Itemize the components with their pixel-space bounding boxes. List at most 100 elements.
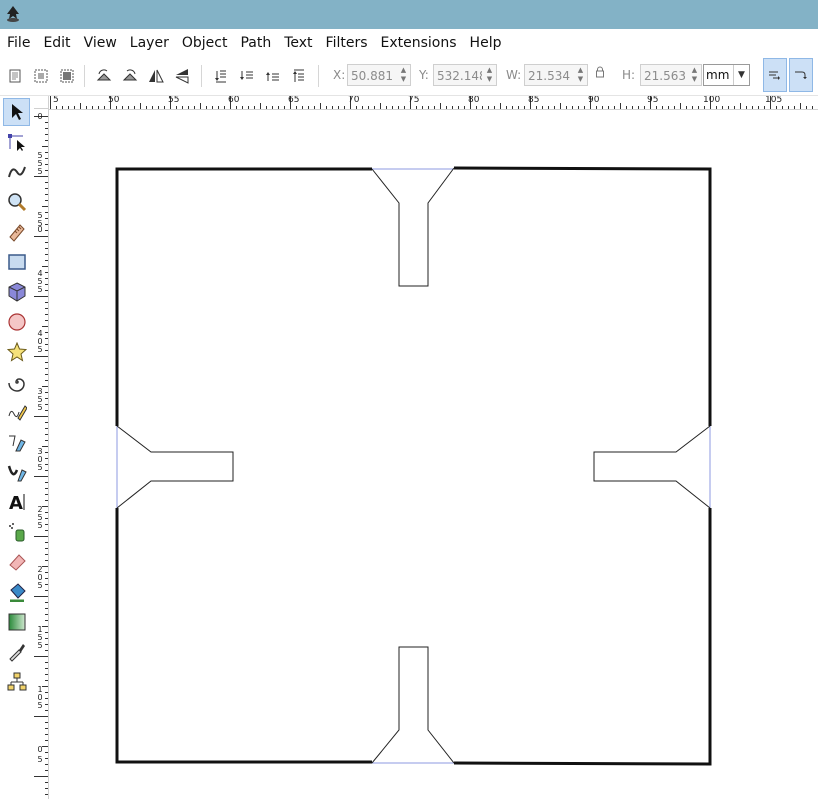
- zoom-tool-icon[interactable]: [3, 188, 30, 216]
- select-all-icon[interactable]: [4, 65, 26, 87]
- title-bar: [0, 0, 818, 29]
- scale-stroke-icon: [769, 71, 780, 80]
- v-ruler-label: 5: [37, 463, 43, 472]
- h-ruler-label: 100: [703, 96, 721, 105]
- h-ruler-label: 5: [53, 96, 59, 105]
- v-ruler-label: 5: [37, 581, 43, 590]
- lock-icon[interactable]: [595, 66, 605, 78]
- w-field[interactable]: ▲▼: [524, 64, 588, 86]
- pen-tool-icon[interactable]: [3, 428, 30, 456]
- menu-help[interactable]: Help: [463, 29, 508, 57]
- calligraphy-tool-icon[interactable]: [3, 458, 30, 486]
- x-label: X:: [333, 68, 346, 82]
- horizontal-ruler[interactable]: 5 50 55 60 65 70 75 80 85 90 95 100 105: [49, 96, 818, 110]
- menu-edit[interactable]: Edit: [36, 29, 76, 57]
- eraser-tool-icon[interactable]: [3, 548, 30, 576]
- connector-tool-icon[interactable]: [3, 668, 30, 696]
- x-spinner[interactable]: ▲ ▼: [398, 66, 409, 84]
- svg-text:A: A: [9, 493, 23, 512]
- h-label: H:: [622, 68, 636, 82]
- vertical-ruler[interactable]: 055505545540535530525520515510505: [34, 109, 49, 799]
- h-ruler-label: 80: [468, 96, 480, 105]
- menu-view[interactable]: View: [77, 29, 123, 57]
- h-ruler-label: 50: [108, 96, 120, 105]
- h-ruler-label: 105: [765, 96, 783, 105]
- v-ruler-label: 5: [37, 403, 43, 412]
- v-ruler-label: 5: [37, 755, 43, 764]
- v-ruler-label: 5: [37, 167, 43, 176]
- menu-bar: File Edit View Layer Object Path Text Fi…: [0, 29, 818, 57]
- lower-icon[interactable]: [236, 65, 258, 87]
- left-notch-path: [116, 425, 234, 509]
- v-ruler-label: 5: [37, 285, 43, 294]
- pencil-tool-icon[interactable]: [3, 398, 30, 426]
- h-ruler-label: 85: [528, 96, 540, 105]
- y-field[interactable]: ▲▼: [433, 64, 497, 86]
- unit-select[interactable]: mm ▼: [703, 64, 750, 86]
- gradient-tool-icon[interactable]: [3, 608, 30, 636]
- raise-icon[interactable]: [262, 65, 284, 87]
- inkscape-logo-icon: [7, 6, 19, 22]
- v-ruler-label: 5: [37, 219, 43, 228]
- lower-to-bottom-icon[interactable]: [210, 65, 232, 87]
- scale-stroke-toggle[interactable]: [763, 58, 787, 92]
- ruler-corner: [34, 96, 49, 109]
- v-ruler-label: 0: [37, 745, 43, 754]
- h-ruler-label: 90: [588, 96, 600, 105]
- menu-extensions[interactable]: Extensions: [374, 29, 463, 57]
- menu-filters[interactable]: Filters: [319, 29, 374, 57]
- rotate-ccw-icon[interactable]: [93, 65, 115, 87]
- v-ruler-label: 5: [37, 641, 43, 650]
- chevron-down-icon: ▼: [733, 65, 749, 85]
- menu-file[interactable]: File: [0, 29, 36, 57]
- menu-layer[interactable]: Layer: [123, 29, 175, 57]
- top-notch-path: [371, 167, 455, 287]
- star-tool-icon[interactable]: [3, 338, 30, 366]
- h-spinner[interactable]: ▲ ▼: [689, 66, 700, 84]
- scale-corners-icon: [795, 71, 807, 79]
- v-ruler-label: 5: [37, 701, 43, 710]
- h-field[interactable]: ▲▼: [640, 64, 702, 86]
- h-ruler-label: 60: [228, 96, 240, 105]
- toolbox: A: [0, 96, 35, 799]
- menu-text[interactable]: Text: [277, 29, 318, 57]
- unit-value: mm: [706, 68, 730, 82]
- w-spinner[interactable]: ▲ ▼: [575, 66, 586, 84]
- menu-path[interactable]: Path: [233, 29, 277, 57]
- raise-to-top-icon[interactable]: [288, 65, 310, 87]
- 3d-box-tool-icon[interactable]: [3, 278, 30, 306]
- invert-selection-icon[interactable]: [56, 65, 78, 87]
- flip-horizontal-icon[interactable]: [145, 65, 167, 87]
- square-frame-path: [115, 166, 712, 766]
- scale-corners-toggle[interactable]: [789, 58, 813, 92]
- tool-controls-bar: X: ▲▼ Y: ▲▼ W: ▲▼ H: ▲▼: [0, 57, 818, 96]
- rectangle-tool-icon[interactable]: [3, 248, 30, 276]
- ellipse-tool-icon[interactable]: [3, 308, 30, 336]
- selector-tool-icon[interactable]: [3, 98, 30, 126]
- y-label: Y:: [419, 68, 429, 82]
- node-tool-icon[interactable]: [3, 128, 30, 156]
- y-spinner[interactable]: ▲ ▼: [484, 66, 495, 84]
- measure-tool-icon[interactable]: [3, 218, 30, 246]
- paint-bucket-tool-icon[interactable]: [3, 578, 30, 606]
- dropper-tool-icon[interactable]: [3, 638, 30, 666]
- x-field[interactable]: ▲▼: [347, 64, 411, 86]
- w-label: W:: [506, 68, 522, 82]
- drawing-canvas[interactable]: [49, 110, 818, 799]
- v-ruler-label: 5: [37, 345, 43, 354]
- h-ruler-label: 55: [168, 96, 180, 105]
- bottom-notch-path: [371, 646, 455, 764]
- spray-tool-icon[interactable]: [3, 518, 30, 546]
- v-ruler-label: 5: [37, 521, 43, 530]
- text-tool-icon[interactable]: A: [3, 488, 30, 516]
- h-ruler-label: 75: [408, 96, 420, 105]
- v-ruler-label: 0: [37, 112, 43, 121]
- spiral-tool-icon[interactable]: [3, 368, 30, 396]
- h-ruler-label: 95: [647, 96, 659, 105]
- menu-object[interactable]: Object: [175, 29, 234, 57]
- select-all-layers-icon[interactable]: [30, 65, 52, 87]
- flip-vertical-icon[interactable]: [171, 65, 193, 87]
- rotate-cw-icon[interactable]: [119, 65, 141, 87]
- right-notch-path: [593, 425, 711, 509]
- tweak-tool-icon[interactable]: [3, 158, 30, 186]
